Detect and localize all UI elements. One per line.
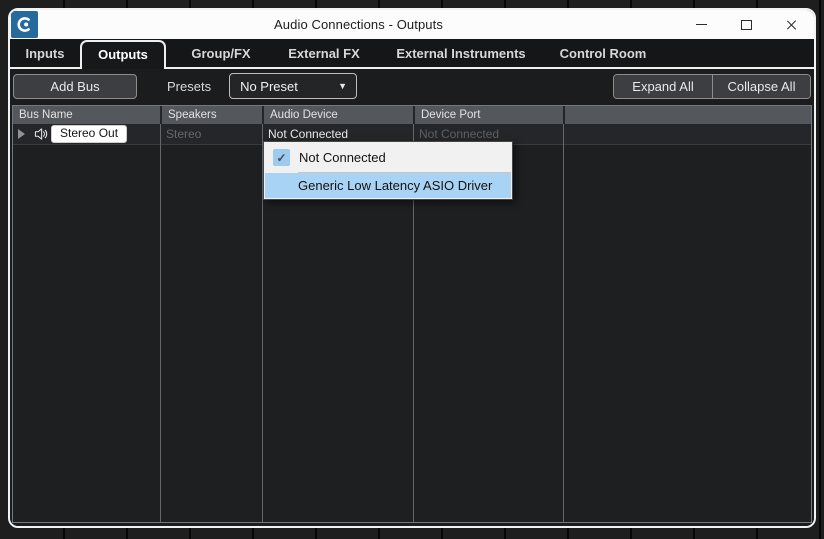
window-controls [679,10,814,39]
tab-outputs[interactable]: Outputs [80,40,166,69]
column-header-speakers[interactable]: Speakers [160,106,262,124]
expand-arrow-icon[interactable] [18,129,25,139]
bus-name-cell: Stereo Out [13,125,160,143]
outputs-panel: Add Bus Presets No Preset ▼ Expand All C… [10,69,814,526]
window-title: Audio Connections - Outputs [274,17,443,32]
check-icon: ✓ [273,149,290,166]
toolbar: Add Bus Presets No Preset ▼ Expand All C… [10,69,814,103]
tab-external-instruments[interactable]: External Instruments [372,39,550,69]
audio-connections-window: Audio Connections - Outputs Inputs Outpu… [8,8,816,528]
maximize-icon [741,19,752,30]
grid-line [563,124,564,522]
collapse-all-button[interactable]: Collapse All [712,74,810,98]
minimize-icon [696,23,707,26]
menu-item-generic-asio-driver[interactable]: Generic Low Latency ASIO Driver [265,173,511,198]
menu-item-not-connected[interactable]: ✓ Not Connected [265,143,511,172]
minimize-button[interactable] [679,10,724,39]
tab-group-fx[interactable]: Group/FX [166,39,276,69]
title-bar[interactable]: Audio Connections - Outputs [10,10,814,39]
speakers-cell: Stereo [166,127,202,141]
cubase-logo-icon [11,11,38,38]
close-button[interactable] [769,10,814,39]
preset-select[interactable]: No Preset ▼ [229,73,358,99]
audio-device-dropdown: ✓ Not Connected Generic Low Latency ASIO… [263,141,513,200]
menu-item-label: Not Connected [299,150,386,165]
dropdown-arrow-icon: ▼ [338,81,348,91]
menu-item-label: Generic Low Latency ASIO Driver [298,178,493,193]
grid-line [160,124,161,522]
column-header-device-port[interactable]: Device Port [413,106,563,124]
close-icon [786,19,798,31]
speaker-icon [33,126,49,142]
audio-device-cell[interactable]: Not Connected [262,127,413,141]
tab-inputs[interactable]: Inputs [10,39,80,69]
check-glyph: ✓ [276,150,287,165]
maximize-button[interactable] [724,10,769,39]
column-header-bus-name[interactable]: Bus Name [13,106,160,124]
column-header-empty [563,106,811,124]
table-header: Bus Name Speakers Audio Device Device Po… [13,106,811,124]
column-header-audio-device[interactable]: Audio Device [262,106,413,124]
add-bus-button[interactable]: Add Bus [13,73,137,99]
expand-collapse-group: Expand All Collapse All [613,73,811,99]
tab-external-fx[interactable]: External FX [276,39,372,69]
presets-label: Presets [167,78,212,94]
expand-all-button[interactable]: Expand All [614,74,712,98]
preset-value: No Preset [240,78,298,94]
bus-name-chip[interactable]: Stereo Out [51,125,128,143]
device-port-cell[interactable]: Not Connected [413,127,563,141]
tab-bar: Inputs Outputs Group/FX External FX Exte… [10,39,814,69]
tab-control-room[interactable]: Control Room [550,39,656,69]
